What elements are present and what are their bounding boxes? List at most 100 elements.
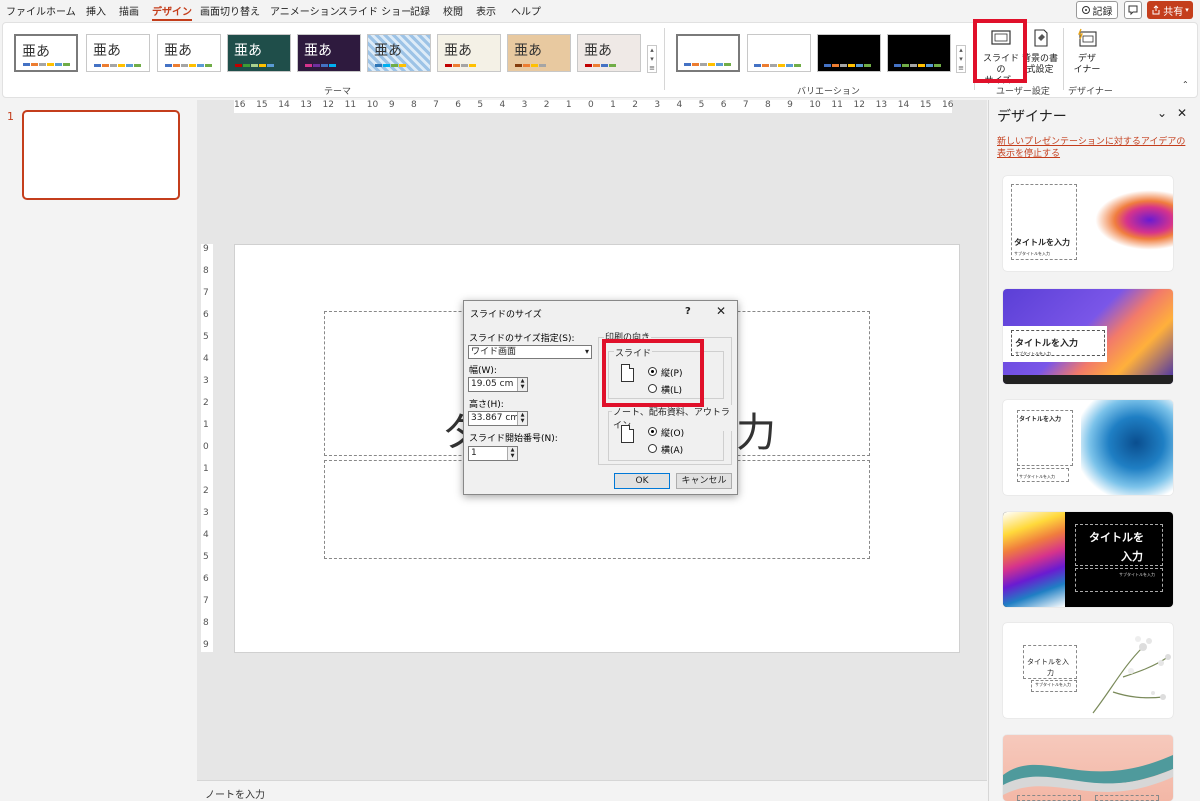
start-number-spinner[interactable]: ▲ ▼ xyxy=(507,447,517,460)
comments-button[interactable] xyxy=(1124,1,1142,19)
menu-transitions[interactable]: 画面切り替え xyxy=(200,3,260,18)
ruler-tick-label: 10 xyxy=(366,100,379,110)
notes-pane[interactable]: ノートを入力 xyxy=(197,780,987,801)
card-subtitle: サブタイトルを入力 xyxy=(1019,474,1055,479)
ruler-tick-label: 15 xyxy=(256,100,268,110)
ok-button[interactable]: OK xyxy=(614,473,670,489)
variation-3[interactable] xyxy=(817,34,881,72)
theme-8[interactable]: 亜あ xyxy=(507,34,571,72)
menu-record[interactable]: 記録 xyxy=(410,3,430,18)
ruler-tick-label: 5 xyxy=(203,332,209,342)
ruler-tick-label: 12 xyxy=(322,100,334,110)
width-input[interactable]: 19.05 cm ▲ ▼ xyxy=(468,377,528,392)
ruler-tick-label: 6 xyxy=(203,574,209,584)
variation-1[interactable] xyxy=(676,34,740,72)
theme-sample-text: 亜あ xyxy=(234,43,262,59)
menu-animations[interactable]: アニメーション xyxy=(270,3,340,18)
menu-help[interactable]: ヘルプ xyxy=(511,3,541,18)
variation-gallery-scroll[interactable]: ▴ ▾ ≡ xyxy=(956,45,966,73)
height-input[interactable]: 33.867 cm ▲ ▼ xyxy=(468,411,528,426)
theme-5[interactable]: 亜あ xyxy=(297,34,361,72)
ruler-tick-label: 3 xyxy=(654,100,661,110)
record-label: 記録 xyxy=(1092,6,1113,18)
start-number-input[interactable]: 1 ▲ ▼ xyxy=(468,446,518,461)
card-title: タイトルを入力 xyxy=(1014,238,1070,247)
theme-7[interactable]: 亜あ xyxy=(437,34,501,72)
ruler-tick-label: 6 xyxy=(720,100,727,110)
ruler-tick-label: 6 xyxy=(455,100,461,110)
ruler-tick-label: 2 xyxy=(543,100,550,110)
ruler-tick-label: 3 xyxy=(521,100,528,110)
width-spinner[interactable]: ▲ ▼ xyxy=(517,378,527,391)
design-idea-card[interactable]: タイトルを入力 サブタイトルを入力 xyxy=(1003,176,1173,271)
size-spec-label: スライドのサイズ指定(S): xyxy=(469,334,575,344)
variation-4[interactable] xyxy=(887,34,951,72)
card-subtitle: サブタイトルを入力 xyxy=(1119,572,1155,577)
close-icon[interactable]: ✕ xyxy=(716,304,726,318)
theme-3[interactable]: 亜あ xyxy=(157,34,221,72)
bg-format-label-2: 式設定 xyxy=(1026,65,1054,75)
card-title-line-2: 入力 xyxy=(1121,550,1143,563)
comment-icon xyxy=(1128,5,1138,16)
menu-home[interactable]: ホーム xyxy=(46,3,76,18)
height-spinner[interactable]: ▲ ▼ xyxy=(517,412,527,425)
menu-slideshow[interactable]: スライド ショー xyxy=(338,3,411,18)
stop-ideas-link[interactable]: 新しいプレゼンテーションに対するアイデアの表示を停止する xyxy=(997,136,1193,160)
menu-view[interactable]: 表示 xyxy=(476,3,496,18)
card-subtitle: サブタイトルを入力 xyxy=(1035,682,1071,687)
chevron-down-icon[interactable]: ⌄ xyxy=(1157,106,1167,120)
share-button[interactable]: 共有 ▾ xyxy=(1147,1,1193,19)
theme-9[interactable]: 亜あ xyxy=(577,34,641,72)
theme-6[interactable]: 亜あ xyxy=(367,34,431,72)
cancel-button[interactable]: キャンセル xyxy=(676,473,732,489)
ruler-tick-label: 5 xyxy=(698,100,705,110)
ruler-tick-label: 5 xyxy=(203,552,209,562)
designer-btn-label-2: イナー xyxy=(1073,65,1101,75)
start-number-label: スライド開始番号(N): xyxy=(469,434,558,444)
record-button[interactable]: 記録 xyxy=(1076,1,1118,19)
ruler-tick-label: 4 xyxy=(499,100,506,110)
designer-pane: デザイナー ⌄ ✕ 新しいプレゼンテーションに対するアイデアの表示を停止する タ… xyxy=(988,100,1200,801)
design-idea-card[interactable]: タイトルを入力 サブタイトルを入力 xyxy=(1003,400,1173,495)
theme-sample-text: 亜あ xyxy=(22,44,50,60)
menu-insert[interactable]: 挿入 xyxy=(86,3,106,18)
slide-thumbnail[interactable] xyxy=(22,110,180,200)
ruler-tick-label: 0 xyxy=(588,100,594,110)
ruler-tick-label: 15 xyxy=(919,100,932,110)
ruler-tick-label: 11 xyxy=(831,100,843,110)
slide-number: 1 xyxy=(7,110,14,123)
ruler-tick-label: 14 xyxy=(278,100,290,110)
theme-4[interactable]: 亜あ xyxy=(227,34,291,72)
theme-office[interactable]: 亜あ xyxy=(14,34,78,72)
design-idea-card[interactable]: タイトルを 入力 サブタイトルを入力 xyxy=(1003,512,1173,607)
horizontal-ruler: 16 15 14 13 12 11 10 9 8 7 6 5 4 3 2 1 0 1 2 3 4 5 6 7 8 9 10 11 12 1… xyxy=(234,100,953,113)
chevron-down-icon: ▾ xyxy=(584,347,589,356)
design-idea-card[interactable] xyxy=(1003,735,1173,801)
card-title-line-1: タイトルを xyxy=(1089,531,1144,544)
height-value: 33.867 cm xyxy=(471,413,520,423)
theme-gallery-scroll[interactable]: ▴ ▾ ≡ xyxy=(647,45,657,73)
design-idea-card[interactable]: タイトルを入 力 サブタイトルを入力 xyxy=(1003,623,1173,718)
menu-review[interactable]: 校閲 xyxy=(443,3,463,18)
highlight-slide-size-button xyxy=(973,19,1027,83)
record-icon xyxy=(1081,6,1090,14)
notes-portrait-radio[interactable] xyxy=(648,427,657,436)
highlight-slide-orientation xyxy=(602,339,704,407)
background-format-button[interactable]: 背景の書 式設定 xyxy=(1022,28,1058,76)
designer-button[interactable]: デザ イナー xyxy=(1068,28,1106,76)
card-footer-bar xyxy=(1003,375,1173,384)
size-spec-select[interactable]: ワイド画面 ▾ xyxy=(468,345,592,359)
variation-2[interactable] xyxy=(747,34,811,72)
design-idea-card[interactable]: タイトルを入力 サブタイトルを入力 xyxy=(1003,289,1173,384)
notes-landscape-radio[interactable] xyxy=(648,444,657,453)
close-icon[interactable]: ✕ xyxy=(1177,106,1187,120)
ruler-tick-label: 2 xyxy=(203,398,209,408)
designer-icon xyxy=(1078,28,1097,47)
ribbon-collapse-icon[interactable]: ⌃ xyxy=(1182,80,1189,89)
menu-file[interactable]: ファイル xyxy=(6,3,46,18)
menu-design[interactable]: デザイン xyxy=(152,3,192,21)
group-variation-label: バリエーション xyxy=(797,87,860,97)
help-button[interactable]: ? xyxy=(685,306,691,317)
theme-2[interactable]: 亜あ xyxy=(86,34,150,72)
menu-draw[interactable]: 描画 xyxy=(119,3,139,18)
